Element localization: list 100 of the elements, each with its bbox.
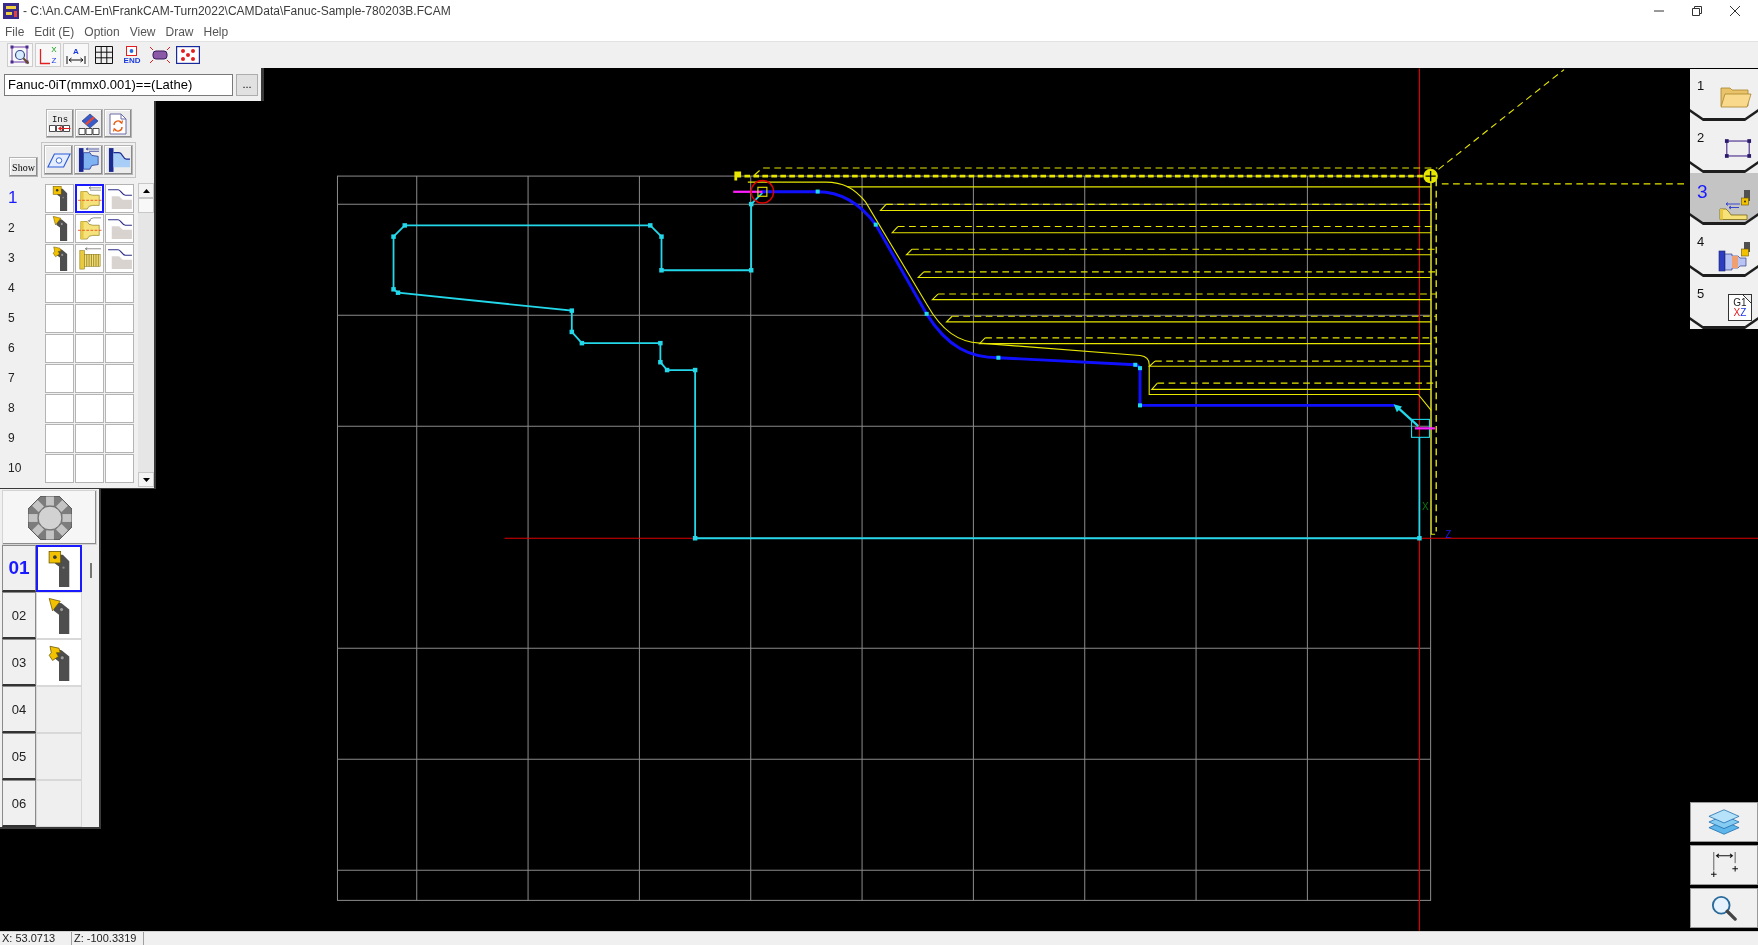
- menu-item[interactable]: View: [124, 24, 161, 39]
- row-number[interactable]: 8: [0, 401, 45, 415]
- slots-arrow-icon: [49, 125, 71, 132]
- profile-curve-icon: [107, 217, 132, 239]
- operation-cell[interactable]: [105, 213, 134, 243]
- down-arrow-icon: [142, 477, 150, 482]
- row-number[interactable]: 1: [0, 188, 45, 208]
- square-insert-holder-icon: [48, 550, 70, 587]
- axes-button[interactable]: X Z: [35, 43, 61, 67]
- document-refresh-icon: [109, 112, 127, 135]
- scroll-down-button[interactable]: [138, 472, 154, 487]
- profile-curve-icon: [107, 187, 132, 209]
- menu-item[interactable]: File: [0, 24, 30, 39]
- process-tab[interactable]: 2: [1690, 121, 1758, 173]
- part-arrows-icon: [77, 186, 102, 210]
- grid-icon: [95, 46, 113, 64]
- insert-slots-icon: [78, 112, 100, 135]
- status-field: Z: -100.3319: [72, 932, 144, 945]
- machine-field[interactable]: Fanuc-0iT(mmx0.001)==(Lathe): [4, 73, 233, 96]
- turned-part-icon: [77, 147, 100, 173]
- close-icon[interactable]: [1730, 6, 1740, 16]
- end-point-icon: [1411, 418, 1436, 438]
- dimension-button[interactable]: A: [63, 43, 89, 67]
- turret-icon: [27, 495, 72, 540]
- zoom-frame-icon: [10, 45, 30, 65]
- menu-item[interactable]: Edit (E): [29, 24, 80, 39]
- operation-cell[interactable]: [75, 183, 104, 213]
- row-number[interactable]: 9: [0, 431, 45, 445]
- menu-item[interactable]: Option: [79, 24, 125, 39]
- end-button[interactable]: END: [119, 43, 145, 67]
- approach-arrow: [1393, 404, 1420, 427]
- tool-number[interactable]: 02: [2, 592, 36, 639]
- row-number[interactable]: 5: [0, 311, 45, 325]
- profile-view-button[interactable]: [104, 145, 133, 175]
- menu-item[interactable]: Draw: [160, 24, 199, 39]
- flag-icon: [734, 171, 742, 181]
- insert-shape-button[interactable]: [44, 145, 73, 175]
- layers-button[interactable]: [1690, 802, 1758, 842]
- roughing-tool-icon: [1718, 190, 1752, 220]
- axis-label: X: [1422, 501, 1429, 513]
- process-tab[interactable]: 4: [1690, 225, 1758, 277]
- points-frame-icon: [176, 46, 200, 64]
- tool-number[interactable]: 04: [2, 686, 36, 733]
- insert-button[interactable]: Ins: [46, 109, 74, 138]
- axis-label: Z: [1445, 528, 1452, 540]
- zoom-window-button[interactable]: [7, 43, 33, 67]
- operation-cell[interactable]: [45, 243, 74, 273]
- window-title: - C:\An.CAM-En\FrankCAM-Turn2022\CAMData\Fanuc-Sample-780203B.FCAM: [23, 4, 451, 18]
- zoom-all-button[interactable]: [175, 43, 201, 67]
- folder-icon: [1720, 86, 1752, 108]
- restore-icon[interactable]: [1692, 6, 1702, 16]
- tool-number[interactable]: 06: [2, 780, 36, 827]
- rectangle-points-icon: [1724, 138, 1752, 159]
- tool-reference-icon: [1423, 168, 1438, 184]
- operation-cell[interactable]: [75, 213, 104, 243]
- process-tab[interactable]: 3: [1690, 173, 1758, 225]
- scrollbar-track[interactable]: [138, 183, 154, 487]
- app-icon: [3, 3, 19, 19]
- row-number[interactable]: 2: [0, 221, 45, 235]
- operation-cell[interactable]: [75, 243, 104, 273]
- operation-cell[interactable]: [45, 213, 74, 243]
- row-number[interactable]: 4: [0, 281, 45, 295]
- tool-number[interactable]: 05: [2, 733, 36, 780]
- insert-outline-icon: [46, 152, 71, 168]
- tool-number[interactable]: 03: [2, 639, 36, 686]
- operation-cell[interactable]: [105, 243, 134, 273]
- square-insert-holder-icon: [50, 185, 69, 211]
- up-arrow-icon: [142, 188, 150, 193]
- thread-insert-holder-icon: [50, 245, 69, 271]
- menu-item[interactable]: Help: [198, 24, 234, 39]
- browse-button[interactable]: ...: [236, 73, 258, 96]
- row-number[interactable]: 6: [0, 341, 45, 355]
- scrollbar-thumb[interactable]: [89, 563, 92, 578]
- scroll-up-button[interactable]: [138, 183, 154, 198]
- search-icon: [1711, 895, 1737, 921]
- row-number[interactable]: 10: [0, 461, 45, 475]
- measure-button[interactable]: [1690, 845, 1758, 885]
- layers-icon: [1708, 808, 1740, 836]
- operation-cell[interactable]: [105, 183, 134, 213]
- status-field: X: 53.0713: [0, 932, 72, 945]
- turning-view-button[interactable]: [74, 145, 103, 175]
- process-tab[interactable]: 1: [1690, 69, 1758, 121]
- zoom-button[interactable]: [1690, 888, 1758, 928]
- operation-cell[interactable]: [45, 183, 74, 213]
- tool-number[interactable]: 01: [2, 545, 36, 592]
- row-number[interactable]: 3: [0, 251, 45, 265]
- scrollbar-thumb[interactable]: [138, 198, 154, 213]
- process-tab[interactable]: 5 G1 XZ: [1690, 277, 1758, 329]
- thread-insert-holder-icon: [48, 644, 70, 681]
- threaded-part-icon: [77, 246, 102, 270]
- measure-icon: [1710, 852, 1738, 878]
- tool-slot[interactable]: [36, 545, 82, 592]
- part-curve-arrow-icon: [77, 216, 102, 240]
- insert-list-button[interactable]: [75, 109, 103, 138]
- turret-button[interactable]: [2, 490, 97, 545]
- show-button[interactable]: Show: [9, 157, 38, 177]
- profile-part-icon: [107, 147, 130, 173]
- dimension-icon: [66, 55, 86, 64]
- row-number[interactable]: 7: [0, 371, 45, 385]
- profile-curve-icon: [107, 247, 132, 269]
